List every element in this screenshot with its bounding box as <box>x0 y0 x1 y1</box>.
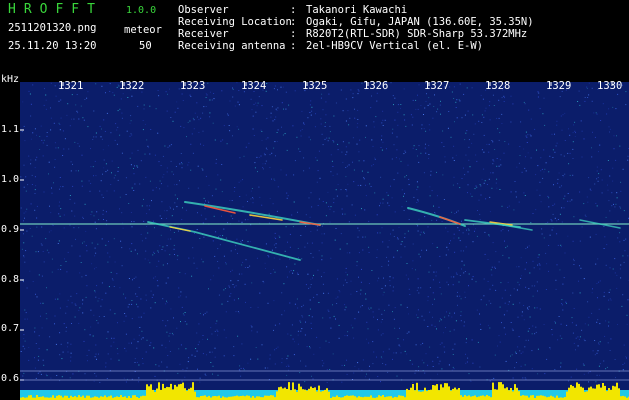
info-row-observer: Observer : Takanori Kawachi <box>178 4 618 16</box>
meteor-count: 50 <box>139 40 152 52</box>
header-panel: HROFFT 1.0.0 2511201320.png meteor 25.11… <box>0 0 629 72</box>
spectrogram-plot <box>20 82 629 400</box>
x-tick-label: 1326 <box>363 80 389 92</box>
x-tick-label: 1323 <box>180 80 206 92</box>
info-value: Takanori Kawachi <box>306 4 408 16</box>
info-row-antenna: Receiving antenna : 2el-HB9CV Vertical (… <box>178 40 618 52</box>
x-tick-label: 1327 <box>424 80 450 92</box>
y-tick-label: 0.7 <box>1 323 20 334</box>
info-colon: : <box>290 40 297 52</box>
info-row-location: Receiving Location : Ogaki, Gifu, JAPAN … <box>178 16 618 28</box>
info-label: Observer <box>178 4 229 16</box>
x-tick-label: 1321 <box>58 80 84 92</box>
y-axis-unit: kHz <box>1 74 20 85</box>
y-tick-label: 0.6 <box>1 373 20 384</box>
info-colon: : <box>290 16 297 28</box>
info-row-receiver: Receiver : R820T2(RTL-SDR) SDR-Sharp 53.… <box>178 28 618 40</box>
y-tick-label: 1.1 <box>1 124 20 135</box>
meteor-trail-1 <box>184 201 321 226</box>
tick-marks <box>20 82 613 381</box>
noise-layer <box>20 82 629 383</box>
x-tick-label: 1325 <box>302 80 328 92</box>
meteor-label: meteor <box>124 24 162 36</box>
x-tick-label: 1324 <box>241 80 267 92</box>
info-colon: : <box>290 4 297 16</box>
spectrogram <box>20 82 629 400</box>
info-colon: : <box>290 28 297 40</box>
file-name: 2511201320.png <box>8 22 97 34</box>
date-time: 25.11.20 13:20 <box>8 40 97 52</box>
info-label: Receiving Location <box>178 16 292 28</box>
meteor-trail-3 <box>407 207 533 231</box>
x-tick-label: 1330 <box>597 80 623 92</box>
y-tick-label: 1.0 <box>1 174 20 185</box>
meteor-trail-2 <box>147 221 301 261</box>
y-tick-label: 0.9 <box>1 224 20 235</box>
info-value: R820T2(RTL-SDR) SDR-Sharp 53.372MHz <box>306 28 528 40</box>
x-tick-label: 1329 <box>546 80 572 92</box>
app-name: HROFFT <box>8 2 103 17</box>
x-tick-label: 1322 <box>119 80 145 92</box>
x-tick-label: 1328 <box>485 80 511 92</box>
info-value: Ogaki, Gifu, JAPAN (136.60E, 35.35N) <box>306 16 534 28</box>
info-value: 2el-HB9CV Vertical (el. E-W) <box>306 40 484 52</box>
info-label: Receiver <box>178 28 229 40</box>
y-tick-label: 0.8 <box>1 274 20 285</box>
info-label: Receiving antenna <box>178 40 286 52</box>
app-version: 1.0.0 <box>126 5 157 16</box>
